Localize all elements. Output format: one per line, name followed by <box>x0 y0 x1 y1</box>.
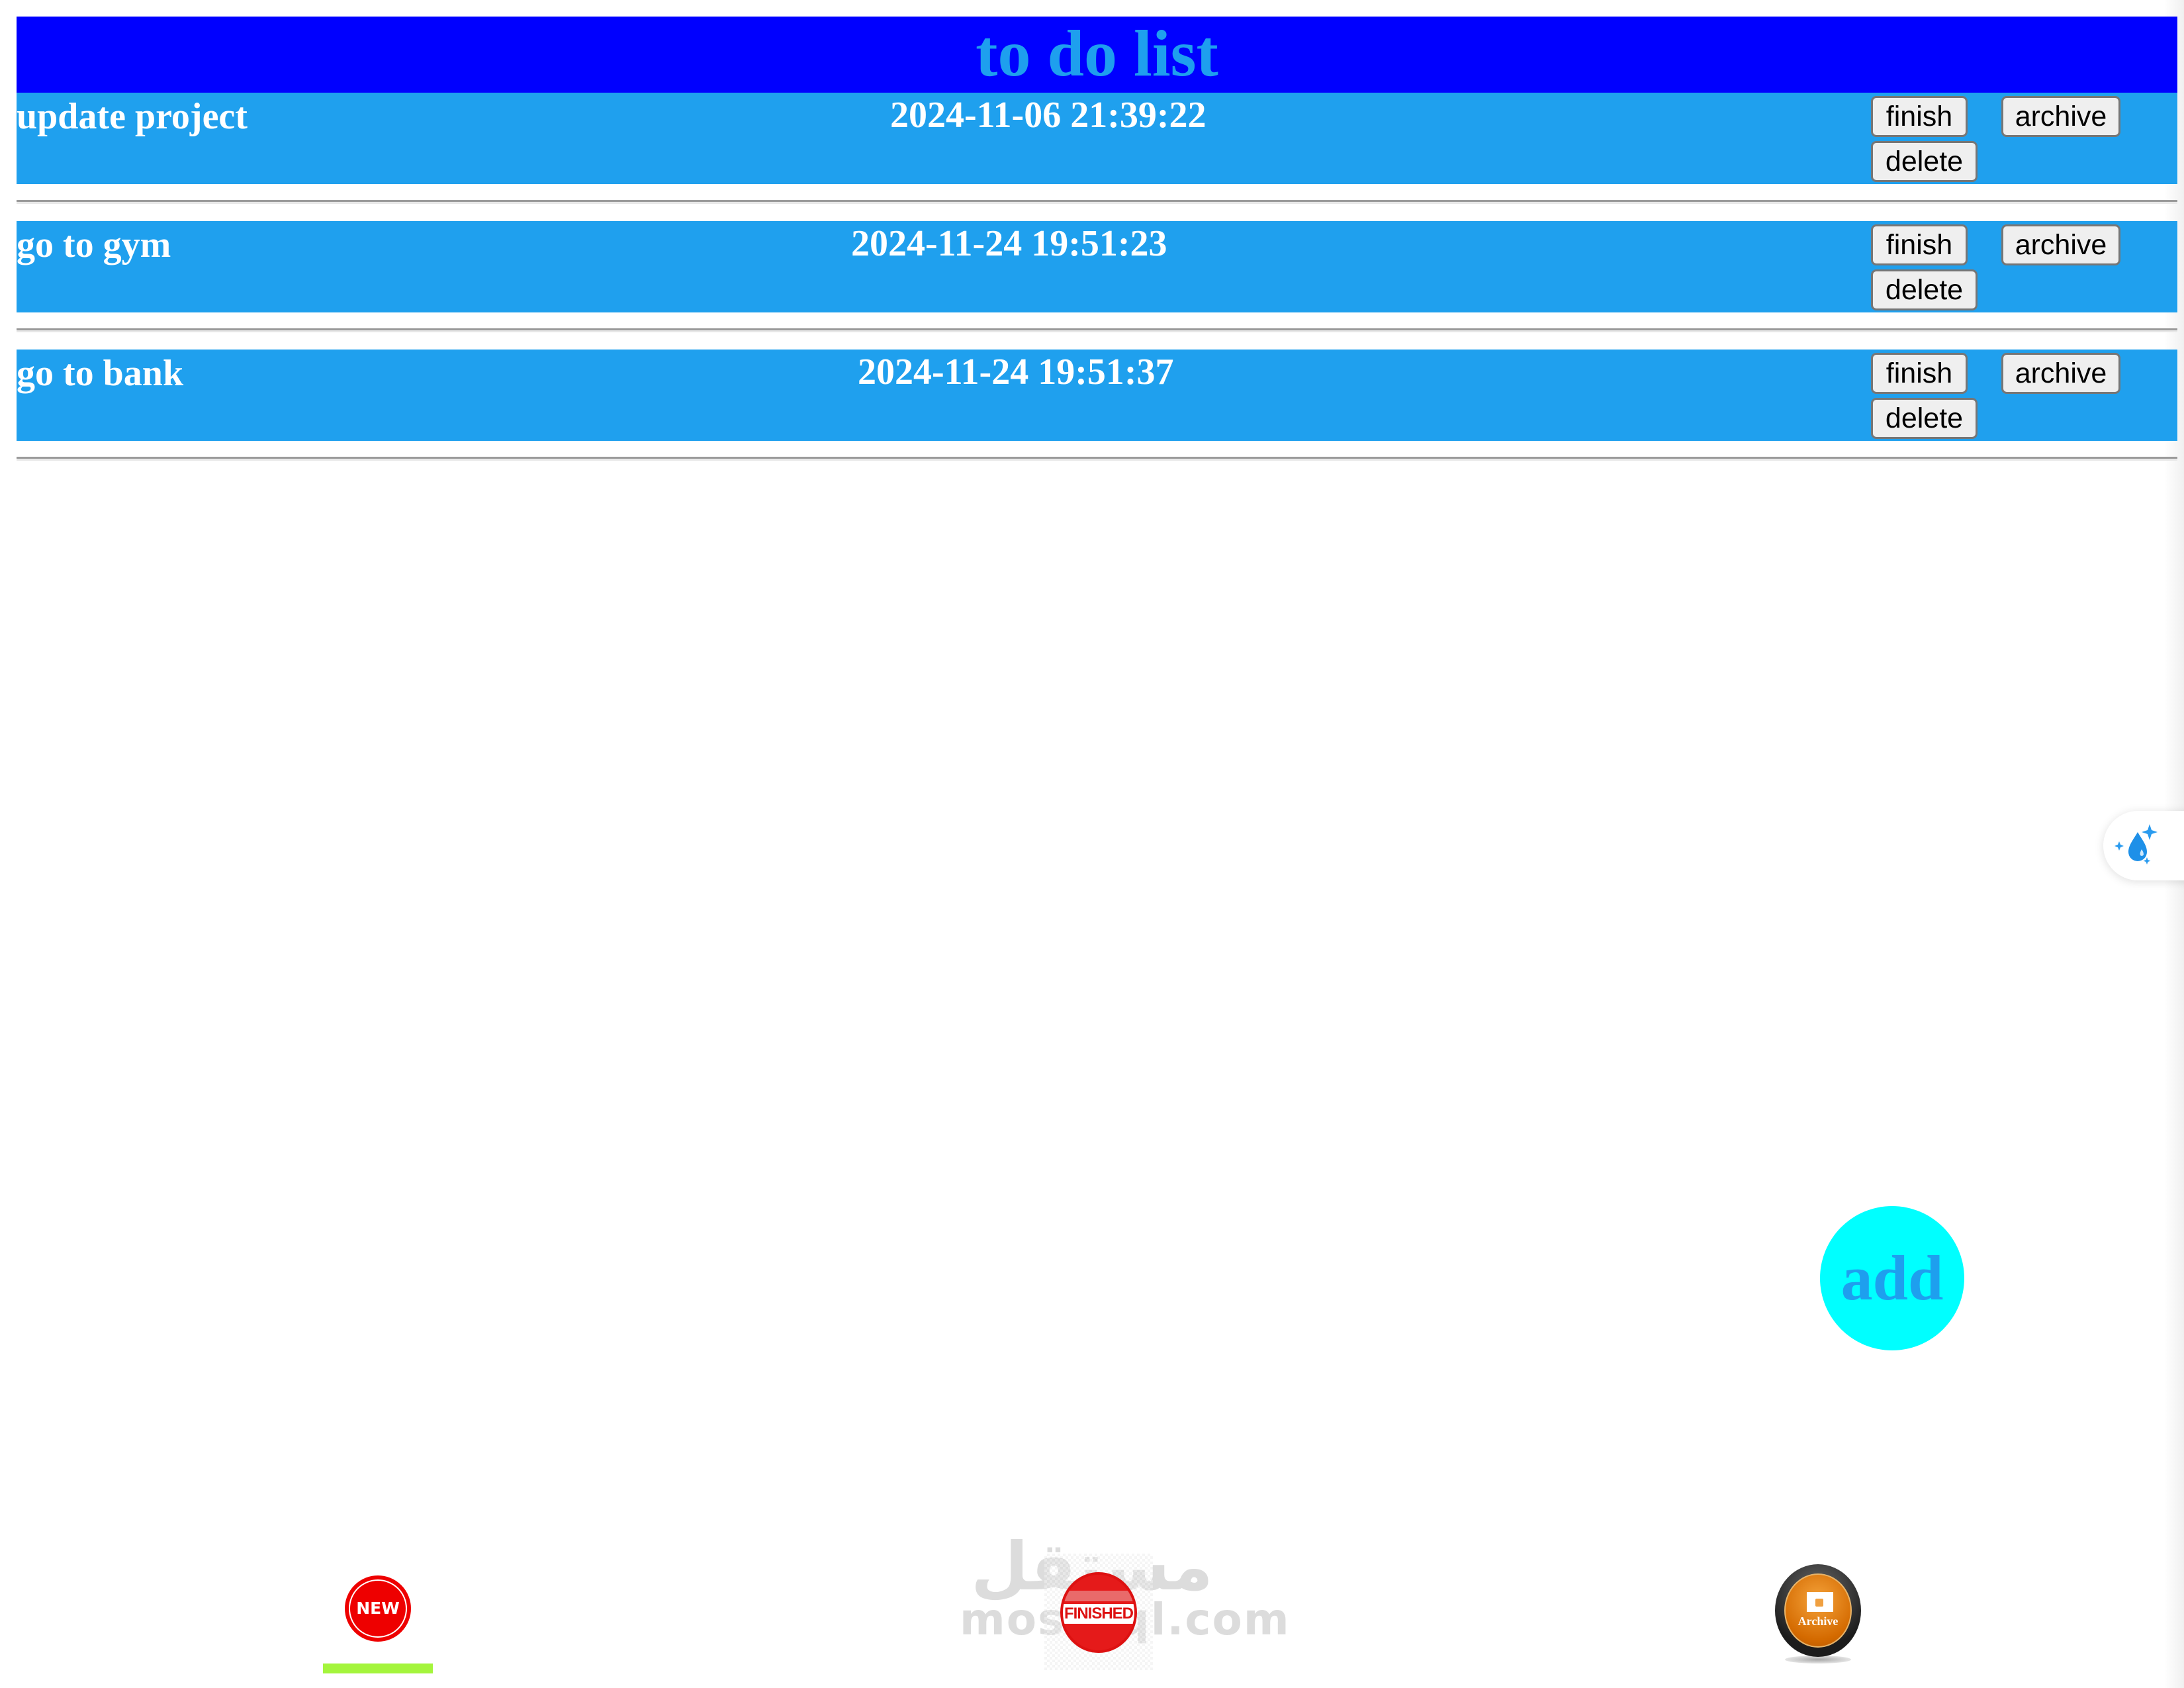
task-timestamp: 2024-11-06 21:39:22 <box>890 95 1206 136</box>
task-timestamp: 2024-11-24 19:51:23 <box>851 223 1167 264</box>
page-title: to do list <box>976 17 1218 90</box>
floating-widget-button[interactable] <box>2103 811 2184 880</box>
delete-button[interactable]: delete <box>1871 398 1978 439</box>
divider <box>17 328 2177 332</box>
task-row: update project 2024-11-06 21:39:22 finis… <box>17 93 2177 184</box>
nav-tab-finished[interactable]: FINISHED <box>1044 1554 1153 1670</box>
finished-stamp-icon: FINISHED <box>1060 1572 1137 1653</box>
archive-button[interactable]: archive <box>2001 96 2120 137</box>
app-header: to do list <box>17 17 2177 93</box>
lock-folder-icon <box>1807 1592 1833 1612</box>
archive-button[interactable]: archive <box>2001 224 2120 265</box>
task-row: go to gym 2024-11-24 19:51:23 finish arc… <box>17 221 2177 312</box>
finish-button[interactable]: finish <box>1871 96 1968 137</box>
delete-button[interactable]: delete <box>1871 141 1978 182</box>
archive-button[interactable]: archive <box>2001 353 2120 394</box>
divider <box>17 457 2177 461</box>
delete-button[interactable]: delete <box>1871 269 1978 310</box>
archive-lock-icon: Archive <box>1775 1564 1861 1657</box>
task-name: go to bank <box>17 353 184 394</box>
finish-button[interactable]: finish <box>1871 224 1968 265</box>
new-badge-icon: NEW <box>345 1575 411 1642</box>
nav-tab-new[interactable]: NEW <box>345 1575 411 1642</box>
active-tab-indicator <box>323 1664 433 1673</box>
task-timestamp: 2024-11-24 19:51:37 <box>858 352 1174 393</box>
finish-button[interactable]: finish <box>1871 353 1968 394</box>
nav-tab-archive[interactable]: Archive <box>1775 1564 1861 1664</box>
water-drop-sparkle-icon <box>2115 824 2158 865</box>
task-row: go to bank 2024-11-24 19:51:37 finish ar… <box>17 350 2177 441</box>
divider <box>17 200 2177 204</box>
nav-tab-new-label: NEW <box>356 1599 400 1618</box>
nav-tab-finished-label: FINISHED <box>1064 1605 1134 1622</box>
task-name: update project <box>17 96 248 137</box>
nav-tab-archive-label: Archive <box>1797 1615 1839 1628</box>
task-name: go to gym <box>17 224 171 265</box>
add-task-button[interactable]: add <box>1820 1206 1964 1350</box>
